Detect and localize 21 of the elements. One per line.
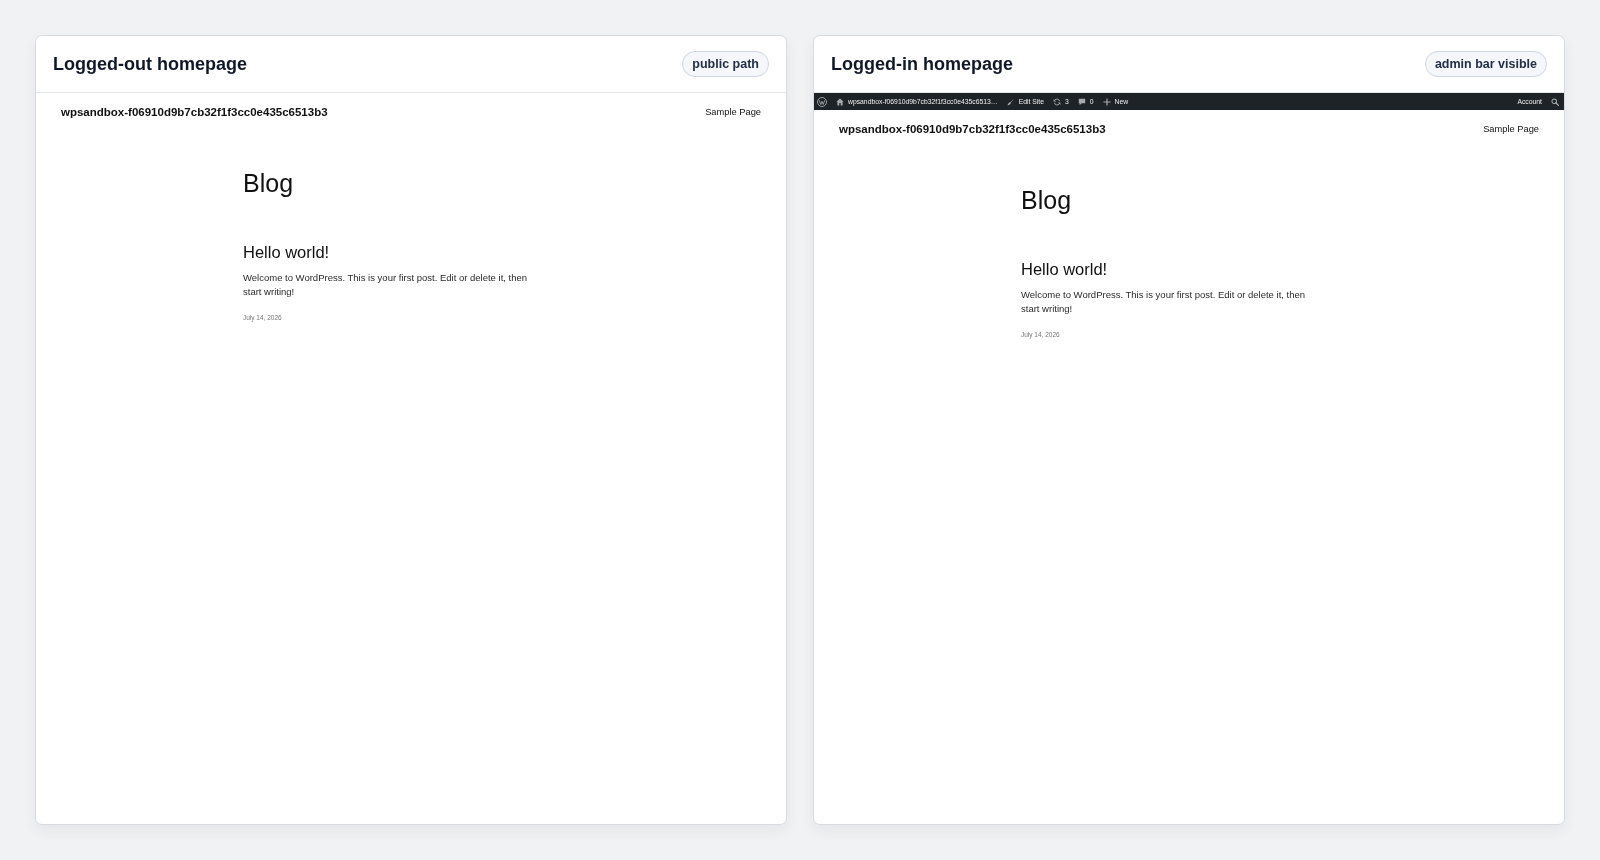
comment-icon <box>1077 97 1086 106</box>
home-icon <box>836 97 844 106</box>
page-heading: Blog <box>1021 185 1072 215</box>
nav-link[interactable]: Sample Page <box>1483 123 1539 135</box>
post-excerpt: Welcome to WordPress. This is your first post. Edit or delete it, then start writing! <box>243 271 529 298</box>
post-title-link[interactable]: Hello world! <box>243 243 330 261</box>
post-excerpt: Welcome to WordPress. This is your first post. Edit or delete it, then start writing! <box>1021 288 1307 315</box>
brush-icon <box>1006 97 1015 106</box>
nav-link[interactable]: Sample Page <box>705 106 761 118</box>
refresh-icon <box>1052 97 1061 106</box>
status-badge: public path <box>682 51 769 77</box>
site-title[interactable]: wpsandbox-f06910d9b7cb32f1f3cc0e435c6513b3 <box>61 106 328 118</box>
panel-title: Logged-in homepage <box>831 53 1013 75</box>
panel-title: Logged-out homepage <box>53 53 247 75</box>
status-badge: admin bar visible <box>1424 51 1547 77</box>
post-title-link[interactable]: Hello world! <box>1021 260 1108 278</box>
site-title[interactable]: wpsandbox-f06910d9b7cb32f1f3cc0e435c6513b3 <box>839 123 1106 135</box>
logo-icon[interactable] <box>817 96 827 107</box>
search-icon[interactable] <box>1551 97 1559 106</box>
page-heading: Blog <box>243 168 294 198</box>
plus-icon <box>1102 97 1111 106</box>
